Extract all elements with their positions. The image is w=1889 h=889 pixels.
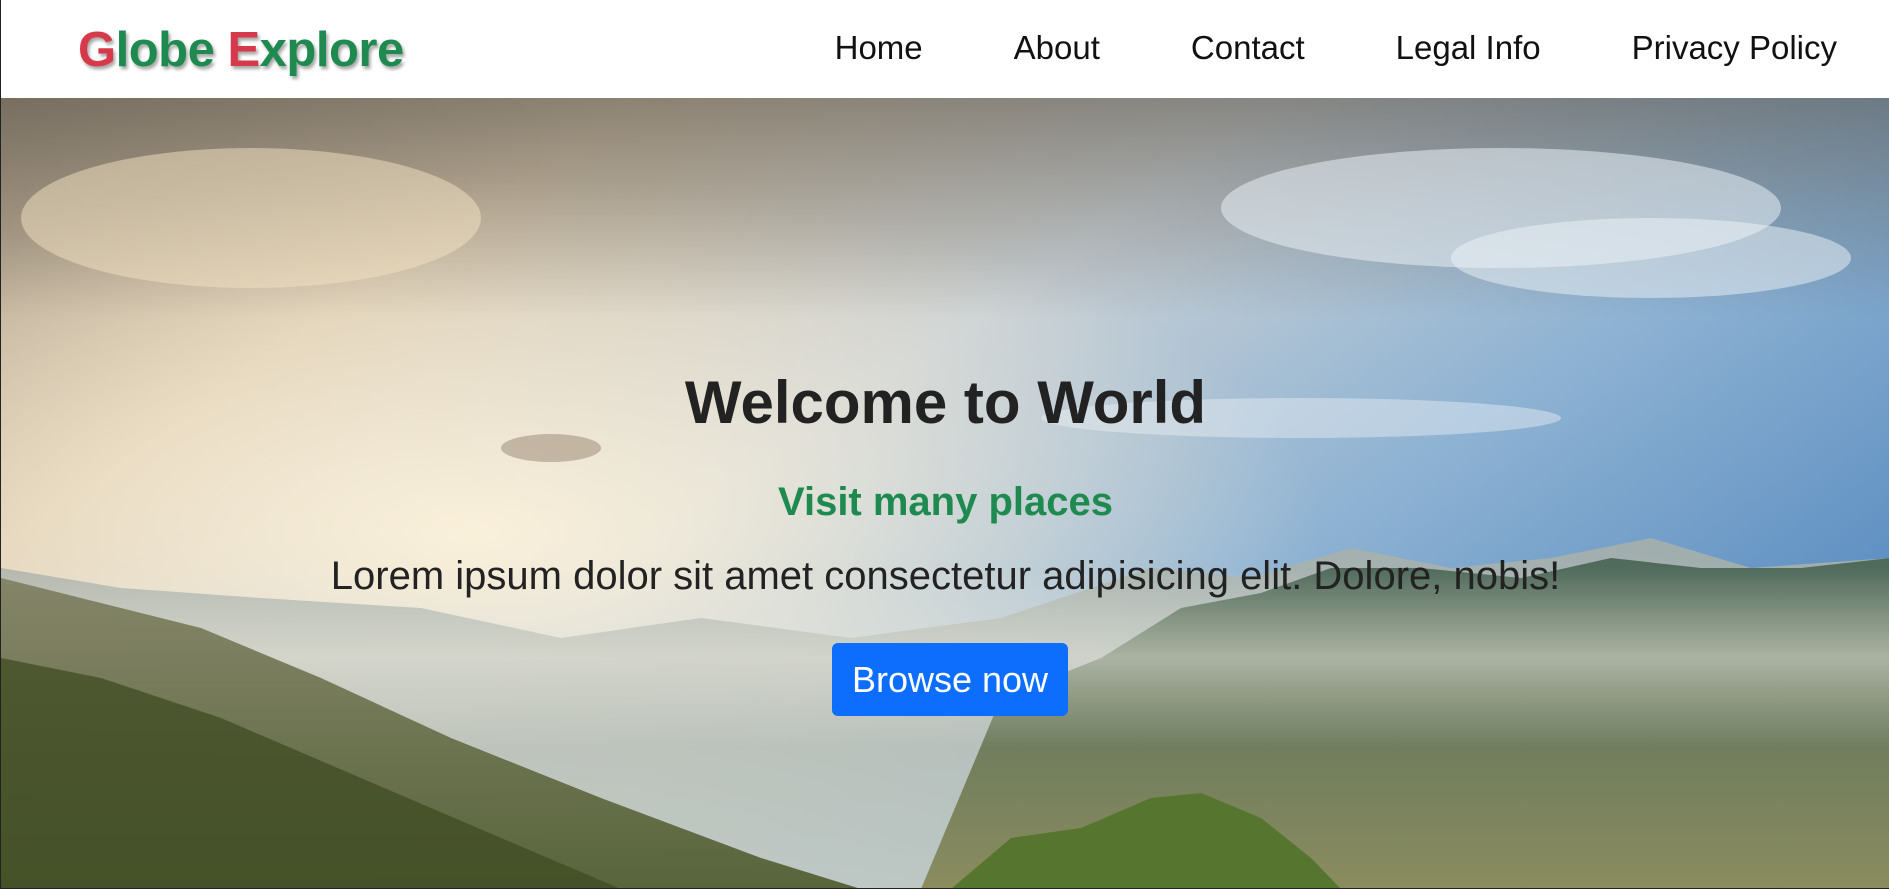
- nav-link-contact[interactable]: Contact: [1191, 28, 1305, 68]
- browse-now-button[interactable]: Browse now: [832, 643, 1068, 716]
- nav-link-about[interactable]: About: [1014, 28, 1100, 68]
- brand-text-globe: lobe: [115, 23, 228, 77]
- nav-link-privacy-policy[interactable]: Privacy Policy: [1632, 28, 1837, 68]
- brand-initial-e: E: [227, 23, 260, 77]
- hero-content: Welcome to World Visit many places Lorem…: [1, 98, 1889, 888]
- nav-item-contact: Contact: [1191, 28, 1305, 68]
- hero-description: Lorem ipsum dolor sit amet consectetur a…: [330, 554, 1561, 598]
- hero-subtitle: Visit many places: [778, 480, 1113, 524]
- brand-logo[interactable]: Globe Explore: [78, 26, 404, 75]
- brand-initial-g: G: [78, 23, 116, 77]
- nav-item-home: Home: [835, 28, 923, 68]
- nav-link-legal-info[interactable]: Legal Info: [1396, 28, 1541, 68]
- hero-section: Welcome to World Visit many places Lorem…: [0, 98, 1889, 889]
- nav-item-about: About: [1014, 28, 1100, 68]
- nav-item-legal-info: Legal Info: [1396, 28, 1541, 68]
- nav-link-home[interactable]: Home: [835, 28, 923, 68]
- hero-title: Welcome to World: [684, 369, 1207, 436]
- navbar: Globe Explore Home About Contact Legal I…: [0, 0, 1889, 98]
- brand-text-explore: xplore: [259, 23, 405, 77]
- nav-menu: Home About Contact Legal Info Privacy Po…: [835, 28, 1837, 68]
- nav-item-privacy-policy: Privacy Policy: [1632, 28, 1837, 68]
